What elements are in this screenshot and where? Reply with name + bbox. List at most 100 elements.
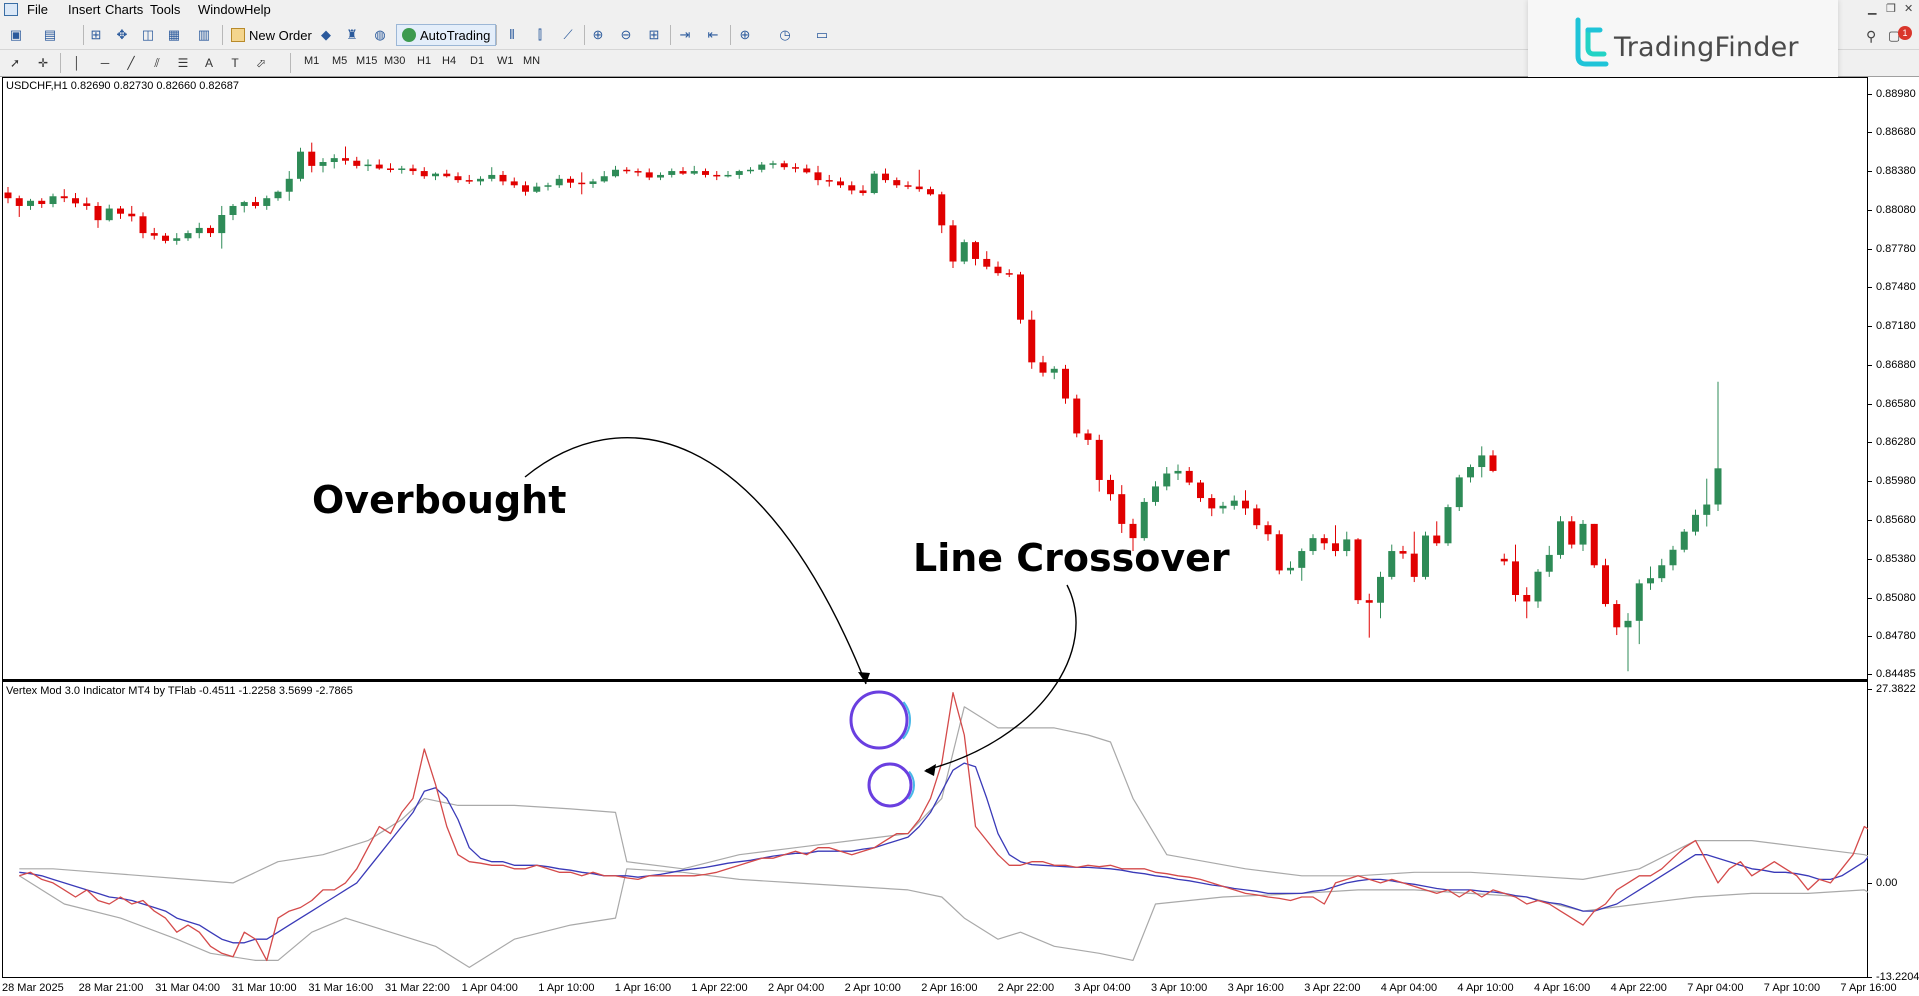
candle-body [680, 171, 687, 174]
candle-body [848, 185, 855, 190]
time-label: 1 Apr 16:00 [615, 982, 671, 994]
candle-body [252, 202, 259, 206]
candle-body [826, 180, 833, 182]
candle-body [5, 193, 12, 199]
indicator-lower-band [19, 869, 1868, 968]
time-label: 4 Apr 04:00 [1381, 982, 1437, 994]
candle-body [410, 168, 417, 171]
time-label: 7 Apr 16:00 [1840, 982, 1896, 994]
price-label: 0.85980 [1876, 475, 1916, 487]
candle-body [1085, 433, 1092, 439]
candle-body [342, 158, 349, 161]
candle-body [263, 198, 270, 206]
candle-body [455, 176, 462, 180]
candle-body [72, 198, 79, 203]
candle-body [1388, 551, 1395, 577]
candle-body [1636, 583, 1643, 620]
price-tick [1868, 404, 1872, 405]
candle-body [871, 174, 878, 193]
price-label: 0.86880 [1876, 359, 1916, 371]
time-label: 2 Apr 10:00 [845, 982, 901, 994]
restore-icon[interactable]: ❐ [1886, 2, 1896, 15]
price-tick [1868, 559, 1872, 560]
candle-body [1242, 501, 1249, 509]
candle-body [140, 216, 147, 233]
candle-body [578, 183, 585, 185]
candle-body [893, 180, 900, 185]
candle-body [1118, 494, 1125, 524]
candle-body [657, 175, 664, 178]
candle-body [128, 214, 135, 217]
candle-body [83, 203, 90, 206]
candle-body [1647, 578, 1654, 583]
price-label: 0.88080 [1876, 204, 1916, 216]
candle-body [1017, 274, 1024, 319]
time-label: 28 Mar 21:00 [79, 982, 144, 994]
candle-body [1062, 369, 1069, 399]
candle-body [1591, 524, 1598, 565]
indicator-axis-label: 27.3822 [1876, 683, 1916, 695]
candle-body [938, 194, 945, 225]
price-label: 0.88680 [1876, 126, 1916, 138]
candle-body [1715, 468, 1722, 504]
time-label: 2 Apr 04:00 [768, 982, 824, 994]
candle-body [376, 165, 383, 169]
price-label: 0.86280 [1876, 436, 1916, 448]
price-label: 0.84485 [1876, 668, 1916, 680]
candle-body [1456, 477, 1463, 507]
candle-body [623, 170, 630, 172]
candle-body [1208, 498, 1215, 508]
time-label: 1 Apr 22:00 [691, 982, 747, 994]
candle-body [1568, 521, 1575, 544]
candle-body [1040, 362, 1047, 372]
candle-body [387, 168, 394, 170]
price-label: 0.87780 [1876, 243, 1916, 255]
candle-body [398, 168, 405, 170]
candle-body [792, 167, 799, 169]
candle-body [1422, 536, 1429, 577]
candle-body [1310, 538, 1317, 551]
candle-body [185, 233, 192, 238]
time-label: 2 Apr 16:00 [921, 982, 977, 994]
candle-body [747, 170, 754, 172]
candle-body [196, 228, 203, 233]
candle-body [488, 175, 495, 179]
crossover-arrowhead [924, 764, 936, 776]
candle-body [477, 179, 484, 182]
price-tick [1868, 481, 1872, 482]
candle-body [713, 175, 720, 177]
candle-body [1321, 538, 1328, 543]
candle-body [1490, 455, 1497, 471]
candle-body [173, 238, 180, 241]
candle-body [1501, 559, 1508, 562]
candle-body [421, 171, 428, 176]
candle-body [331, 158, 338, 162]
candle-body [365, 165, 372, 167]
candle-body [995, 267, 1002, 273]
time-label: 31 Mar 22:00 [385, 982, 450, 994]
close-icon[interactable]: ✕ [1904, 2, 1913, 15]
indicator-tick [1868, 689, 1872, 690]
candle-body [545, 185, 552, 187]
candle-body [781, 163, 788, 167]
time-label: 2 Apr 22:00 [998, 982, 1054, 994]
minimize-icon[interactable]: ▁ [1868, 2, 1876, 15]
candle-body [1220, 506, 1227, 509]
candle-body [1163, 473, 1170, 486]
candle-body [1411, 554, 1418, 577]
candle-body [1467, 467, 1474, 477]
time-label: 7 Apr 04:00 [1687, 982, 1743, 994]
candle-body [1152, 486, 1159, 502]
candle-body [511, 181, 518, 185]
candle-body [983, 259, 990, 267]
candle-body [1028, 320, 1035, 363]
time-label: 3 Apr 10:00 [1151, 982, 1207, 994]
candle-body [1343, 539, 1350, 551]
candle-body [308, 152, 315, 166]
candle-body [1681, 532, 1688, 550]
price-tick [1868, 210, 1872, 211]
time-label: 3 Apr 22:00 [1304, 982, 1360, 994]
candle-body [16, 198, 23, 206]
candle-body [95, 206, 102, 220]
candle-body [1073, 399, 1080, 434]
